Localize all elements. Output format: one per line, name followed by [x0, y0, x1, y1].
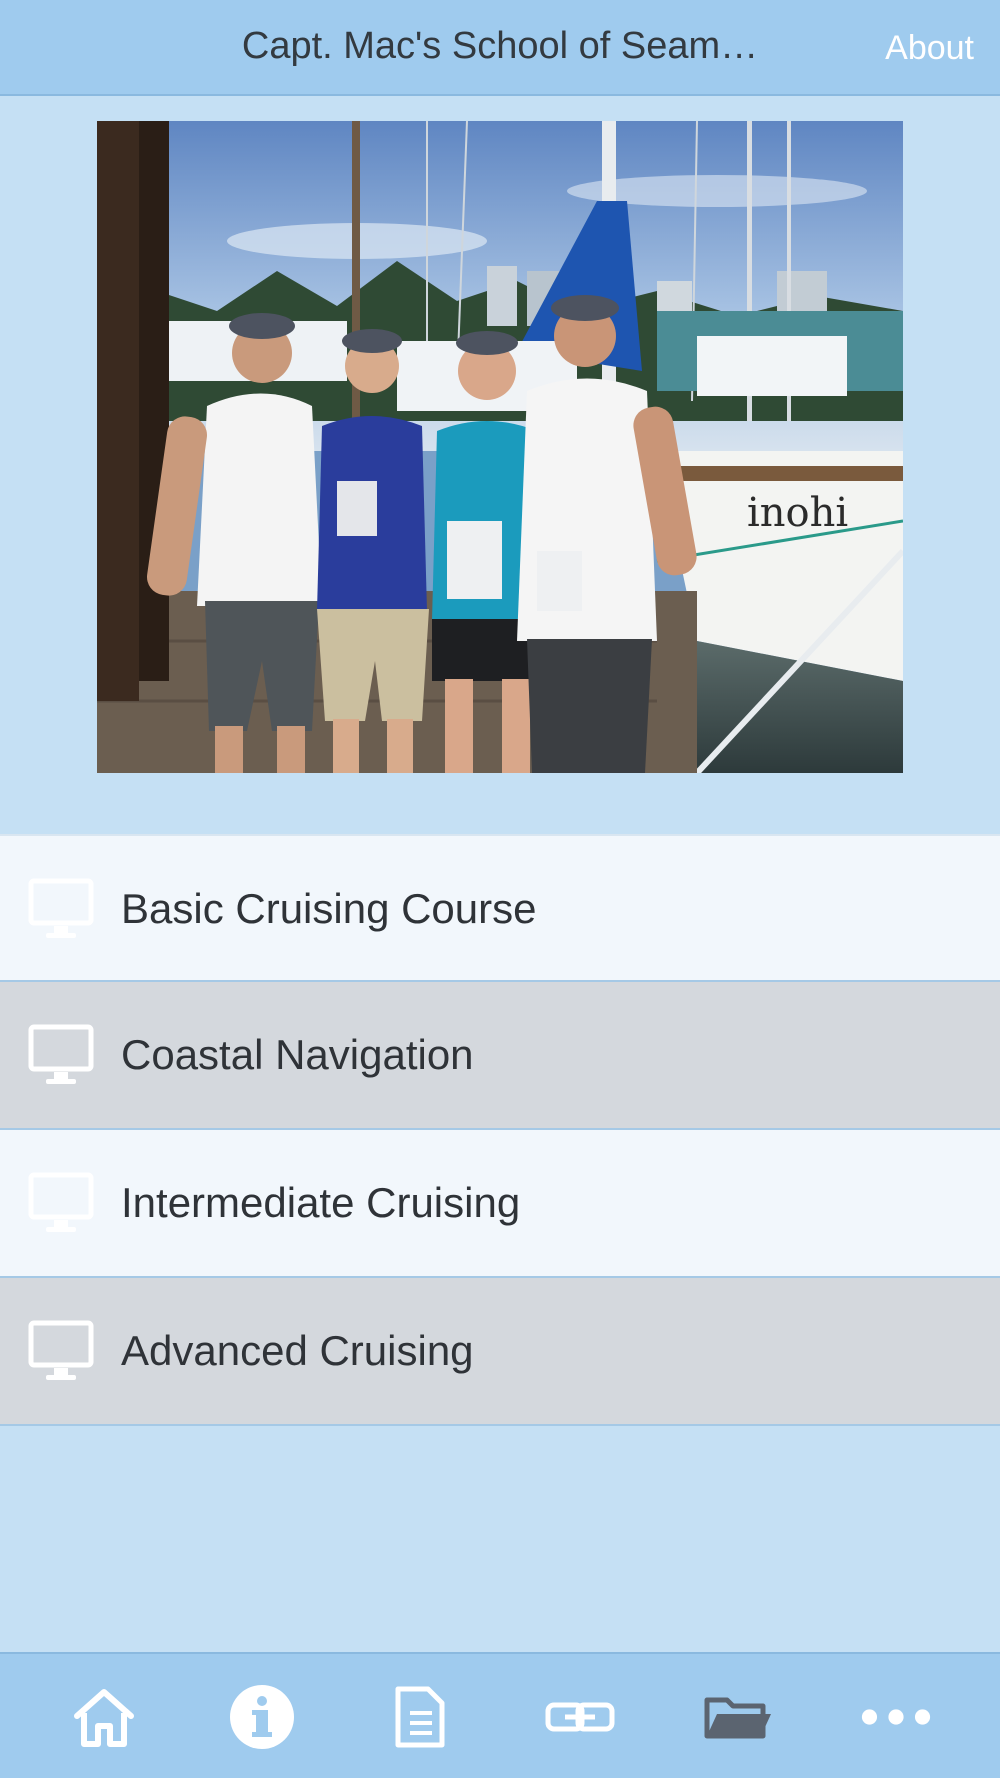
folder-icon [704, 1697, 771, 1739]
tab-folder[interactable] [702, 1682, 774, 1752]
course-list: Basic Cruising Course Coastal Navigation… [0, 834, 1000, 1426]
tab-home[interactable] [68, 1682, 140, 1752]
app-screen: Capt. Mac's School of Seam… About inohi … [0, 0, 1000, 1778]
list-item-label: Basic Cruising Course [121, 885, 537, 932]
list-item-basic-cruising-course[interactable]: Basic Cruising Course [0, 834, 1000, 982]
bottom-tab-bar [0, 1652, 1000, 1778]
about-button[interactable]: About [885, 0, 974, 96]
list-item-advanced-cruising[interactable]: Advanced Cruising [0, 1278, 1000, 1426]
monitor-icon [28, 1320, 94, 1380]
more-icon [861, 1709, 931, 1725]
page-title: Capt. Mac's School of Seam… [241, 25, 759, 67]
tab-document[interactable] [384, 1682, 456, 1752]
home-icon [74, 1689, 134, 1747]
document-icon [395, 1686, 445, 1748]
tab-links[interactable] [544, 1682, 616, 1752]
list-item-label: Coastal Navigation [121, 1031, 474, 1078]
list-item-intermediate-cruising[interactable]: Intermediate Cruising [0, 1130, 1000, 1278]
info-icon [230, 1685, 294, 1749]
monitor-icon [28, 878, 94, 938]
top-nav-bar: Capt. Mac's School of Seam… About [0, 0, 1000, 96]
list-item-coastal-navigation[interactable]: Coastal Navigation [0, 982, 1000, 1130]
monitor-icon [28, 1172, 94, 1232]
hero-photo: inohi [97, 121, 903, 773]
tab-info[interactable] [226, 1682, 298, 1752]
marina-group-photo: inohi [97, 121, 903, 773]
monitor-icon [28, 1024, 94, 1084]
link-icon [545, 1702, 615, 1732]
list-item-label: Intermediate Cruising [121, 1179, 521, 1226]
list-item-label: Advanced Cruising [121, 1327, 474, 1374]
tab-more[interactable] [860, 1682, 932, 1752]
boat-name-text: inohi [747, 490, 848, 536]
